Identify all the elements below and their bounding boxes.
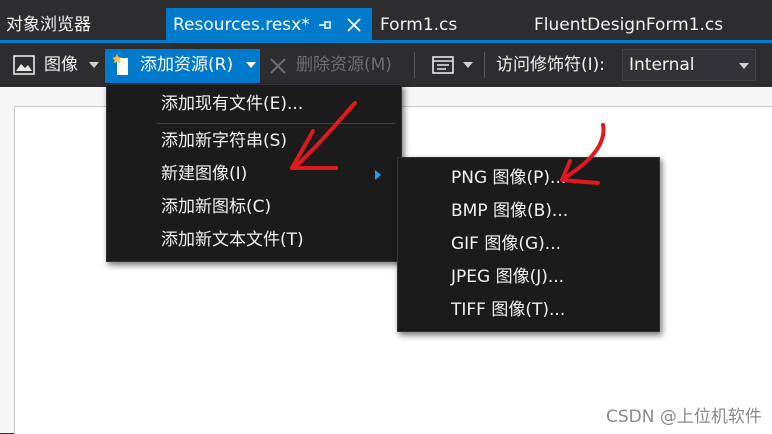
csdn-watermark: CSDN @上位机软件 xyxy=(606,407,762,427)
annotation-arrows xyxy=(290,101,606,185)
